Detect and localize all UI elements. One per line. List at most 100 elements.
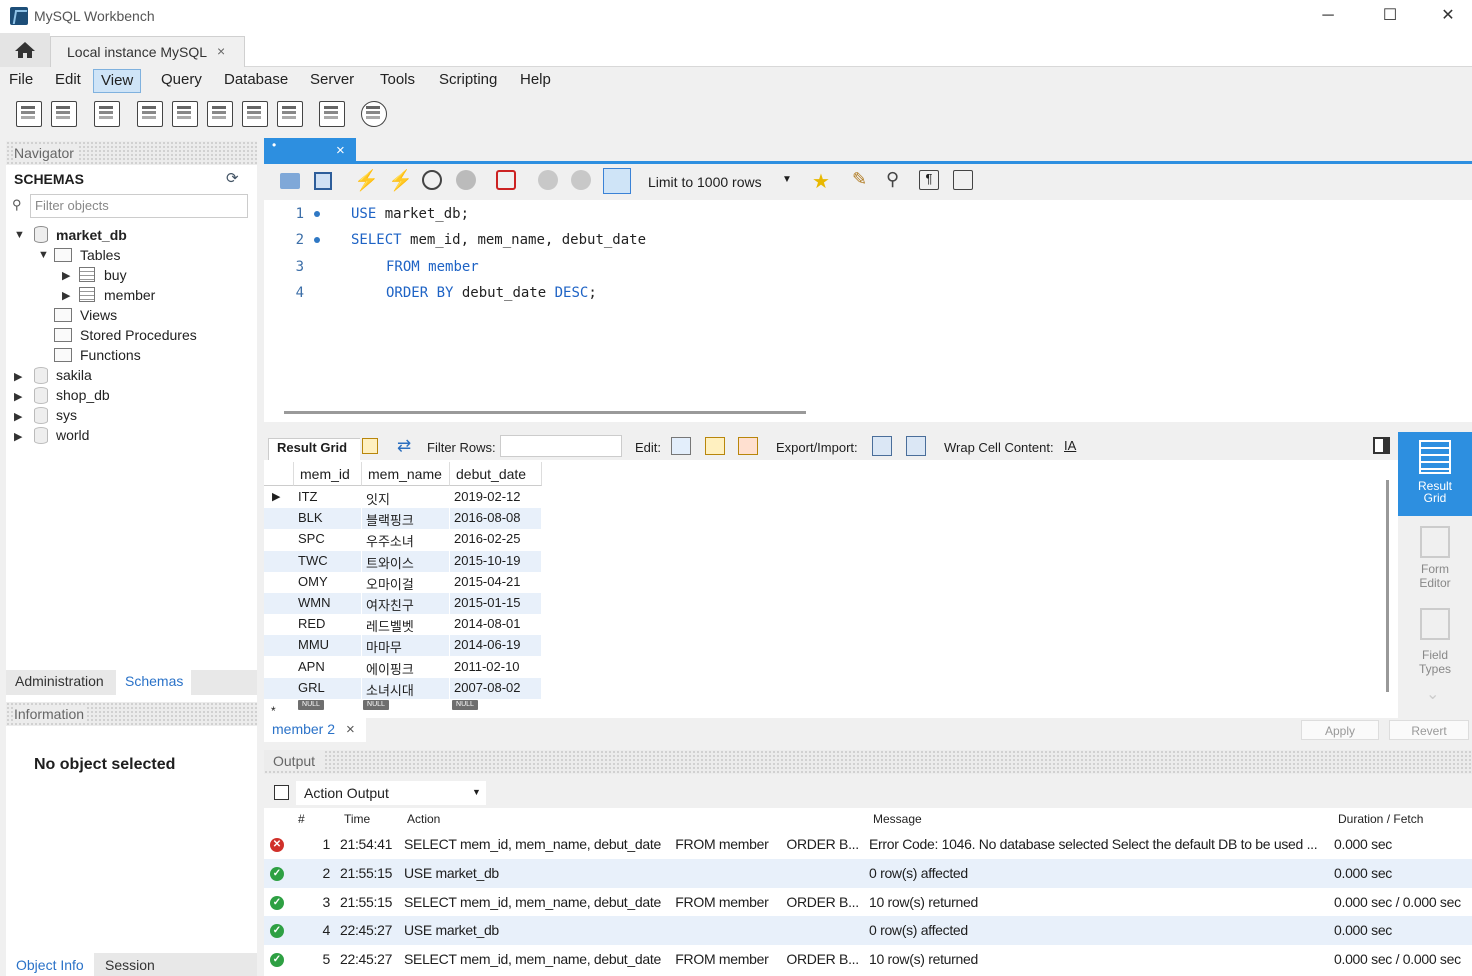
table-row[interactable]: WMN 여자친구 2015-01-15	[264, 593, 542, 614]
grid-cell[interactable]: APN	[294, 656, 362, 678]
create-view-icon[interactable]	[207, 101, 233, 127]
table-row[interactable]: RED 레드벨벳 2014-08-01	[264, 614, 542, 636]
create-procedure-icon[interactable]	[242, 101, 268, 127]
grid-cell[interactable]: 소녀시대	[362, 677, 450, 699]
local-instance-tab[interactable]: Local instance MySQL ×	[50, 36, 245, 67]
beautify-icon[interactable]: ✎	[852, 169, 867, 190]
table-member[interactable]: member	[104, 287, 155, 303]
explain-icon[interactable]	[422, 170, 442, 190]
expand-arrow-icon[interactable]: ▶	[14, 390, 22, 403]
column-header-mem-id[interactable]: mem_id	[294, 462, 362, 486]
create-function-icon[interactable]	[277, 101, 303, 127]
refresh-icon[interactable]: ⟳	[226, 169, 239, 187]
wrap-cell-icon[interactable]: IA	[1064, 438, 1076, 453]
expand-arrow-icon[interactable]: ▶	[14, 370, 22, 383]
menu-help[interactable]: Help	[513, 69, 558, 93]
output-row[interactable]: ✓ 2 21:55:15 USE market_db 0 row(s) affected…	[264, 858, 1472, 888]
inspector-icon[interactable]	[94, 101, 120, 127]
sql-editor[interactable]: 1 USE market_db; 2 SELECT mem_id, mem_name,…	[264, 200, 1472, 422]
menu-edit[interactable]: Edit	[48, 69, 88, 93]
apply-button[interactable]: Apply	[1301, 720, 1379, 740]
grid-cell[interactable]: TWC	[294, 550, 362, 572]
menu-query[interactable]: Query	[154, 69, 209, 93]
home-tab[interactable]	[0, 33, 50, 67]
menu-file[interactable]: File	[2, 69, 40, 93]
add-snippet-icon[interactable]: ★	[812, 169, 830, 194]
grid-cell[interactable]: 2015-10-19	[450, 550, 542, 572]
horizontal-scrollbar[interactable]	[284, 411, 806, 414]
import-icon[interactable]	[906, 436, 926, 456]
grid-cell[interactable]: 2011-02-10	[450, 656, 542, 678]
table-row[interactable]: ▶ ITZ 잇지 2019-02-12	[264, 487, 542, 508]
grid-cell[interactable]: 트와이스	[362, 550, 450, 572]
grid-cell[interactable]: 우주소녀	[362, 529, 450, 551]
maximize-button[interactable]: ☐	[1367, 4, 1413, 28]
output-row[interactable]: ✕ 1 21:54:41 SELECT mem_id, mem_name, debut…	[264, 830, 1472, 859]
open-sql-script-icon[interactable]	[51, 101, 77, 127]
table-row[interactable]: SPC 우주소녀 2016-02-25	[264, 529, 542, 551]
revert-button[interactable]: Revert	[1389, 720, 1469, 740]
close-tab-icon[interactable]: ×	[217, 43, 225, 59]
menu-tools[interactable]: Tools	[373, 69, 422, 93]
schema-world[interactable]: world	[56, 427, 89, 443]
grid-cell[interactable]: 2014-06-19	[450, 635, 542, 657]
schema-sakila[interactable]: sakila	[56, 367, 92, 383]
menu-scripting[interactable]: Scripting	[432, 69, 504, 93]
grid-cell[interactable]: 2015-04-21	[450, 571, 542, 593]
grid-cell[interactable]: ITZ	[294, 487, 362, 508]
schema-sys[interactable]: sys	[56, 407, 77, 423]
export-icon[interactable]	[872, 436, 892, 456]
table-row[interactable]: OMY 오마이걸 2015-04-21	[264, 571, 542, 593]
find-icon[interactable]: ⚲	[886, 169, 899, 190]
output-row[interactable]: ✓ 5 22:45:27 SELECT mem_id, mem_name, debut…	[264, 945, 1472, 974]
output-row[interactable]: ✓ 4 22:45:27 USE market_db 0 row(s) affected…	[264, 916, 1472, 946]
create-table-icon[interactable]	[172, 101, 198, 127]
grid-cell[interactable]: 2015-01-15	[450, 593, 542, 614]
grid-cell[interactable]: 레드벨벳	[362, 614, 450, 636]
grid-cell[interactable]: MMU	[294, 635, 362, 657]
grid-cell[interactable]: 2007-08-02	[450, 677, 542, 699]
grid-cell[interactable]: 2019-02-12	[450, 487, 542, 508]
output-row[interactable]: ✓ 3 21:55:15 SELECT mem_id, mem_name, debut…	[264, 888, 1472, 917]
refresh-results-icon[interactable]: ⇄	[397, 436, 411, 456]
views-node[interactable]: Views	[80, 307, 117, 323]
column-header-mem-name[interactable]: mem_name	[362, 462, 450, 486]
grid-cell[interactable]: 2014-08-01	[450, 614, 542, 636]
grid-cell[interactable]: 2016-02-25	[450, 529, 542, 551]
result-grid-label[interactable]: Result Grid	[277, 440, 347, 455]
table-row[interactable]: TWC 트와이스 2015-10-19	[264, 550, 542, 572]
expand-arrow-icon[interactable]: ▼	[38, 249, 49, 261]
output-type-select[interactable]: Action Output ▼	[296, 781, 486, 805]
schema-shop-db[interactable]: shop_db	[56, 387, 110, 403]
menu-view[interactable]: View	[93, 69, 142, 93]
grid-cell[interactable]: 에이핑크	[362, 656, 450, 678]
grid-cell[interactable]: 마마무	[362, 635, 450, 657]
copy-icon[interactable]	[274, 785, 289, 800]
close-query-tab-icon[interactable]: ×	[336, 142, 345, 159]
schema-market-db[interactable]: market_db	[56, 227, 127, 243]
tables-node[interactable]: Tables	[80, 247, 120, 263]
limit-rows-select[interactable]: Limit to 1000 rows	[648, 174, 762, 190]
expand-arrow-icon[interactable]: ▶	[62, 289, 70, 302]
tab-schemas[interactable]: Schemas	[116, 670, 191, 695]
vertical-scrollbar[interactable]	[1386, 480, 1389, 692]
field-types-panel-button[interactable]: Field Types	[1398, 604, 1472, 684]
close-result-tab-icon[interactable]: ×	[346, 721, 355, 738]
result-grid-panel-button[interactable]: Result Grid	[1398, 432, 1472, 516]
expand-arrow-icon[interactable]: ▶	[62, 269, 70, 282]
execute-current-icon[interactable]: ⚡	[388, 168, 413, 193]
grid-cell[interactable]: 여자친구	[362, 593, 450, 614]
stop-on-error-icon[interactable]	[496, 170, 516, 190]
functions-node[interactable]: Functions	[80, 347, 141, 363]
chevron-down-icon[interactable]: ▼	[782, 174, 792, 185]
search-table-data-icon[interactable]	[319, 101, 345, 127]
form-editor-panel-button[interactable]: Form Editor	[1398, 520, 1472, 600]
grid-icon[interactable]	[362, 438, 378, 454]
new-sql-tab-icon[interactable]	[16, 101, 42, 127]
chevron-down-icon[interactable]: ⌄	[1426, 684, 1439, 704]
save-icon[interactable]	[314, 172, 332, 190]
table-row[interactable]: BLK 블랙핑크 2016-08-08	[264, 508, 542, 530]
table-row[interactable]: GRL 소녀시대 2007-08-02	[264, 677, 542, 699]
toggle-panel-icon[interactable]	[1373, 437, 1390, 454]
expand-arrow-icon[interactable]: ▼	[14, 229, 25, 241]
